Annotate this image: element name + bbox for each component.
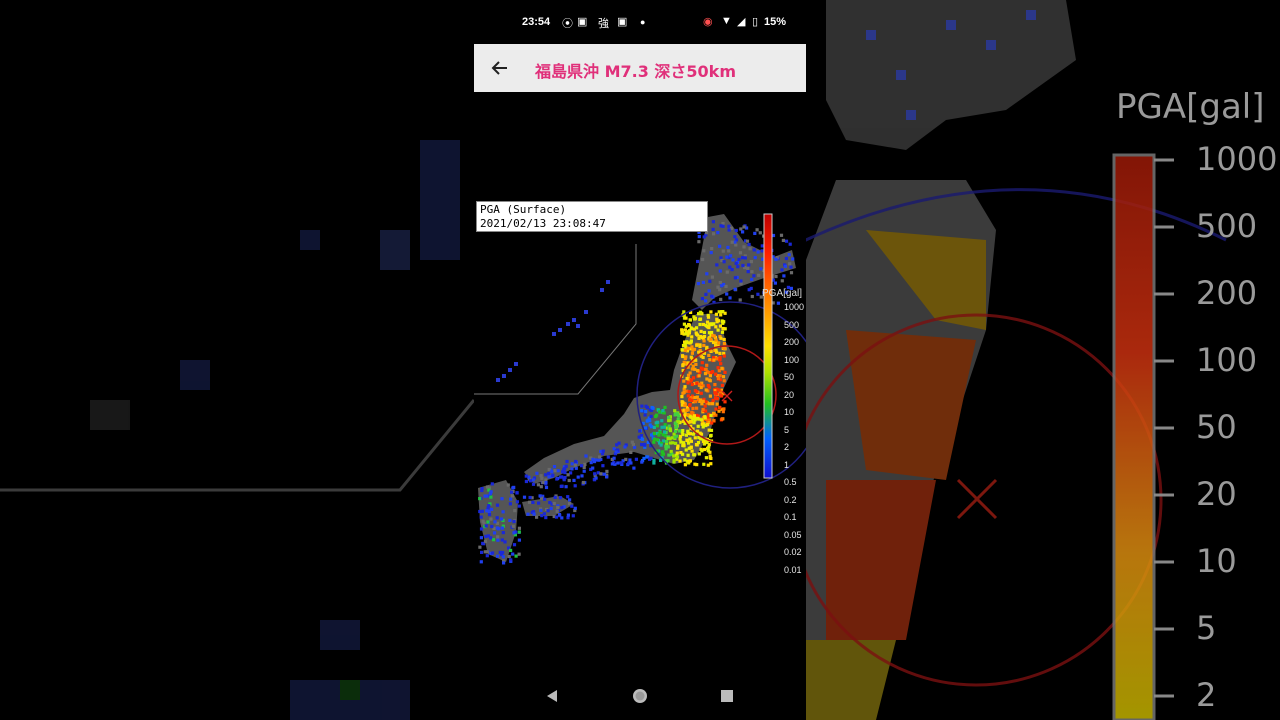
battery-percent: 15% xyxy=(764,16,787,28)
nav-back-button[interactable] xyxy=(542,686,562,706)
status-time: 23:54 xyxy=(522,16,551,28)
backdrop-legend-tick-label: 2 xyxy=(1196,676,1216,714)
nansei-islands xyxy=(496,280,610,382)
backdrop-legend-tick-label: 200 xyxy=(1196,274,1257,312)
back-triangle-icon xyxy=(547,690,557,702)
kanji-notification-icon: 強 xyxy=(598,18,609,30)
backdrop-legend-tick-label: 50 xyxy=(1196,408,1237,446)
legend-tick-label: 500 xyxy=(784,319,800,330)
arrow-left-icon xyxy=(491,61,507,75)
cast-icon: ◉ xyxy=(703,16,713,28)
app-icon: ▣ xyxy=(577,16,588,28)
legend-tick-label: 200 xyxy=(784,337,800,347)
legend-tick-label: 1000 xyxy=(784,302,805,312)
back-button[interactable] xyxy=(484,52,516,84)
backdrop-epicenter-icon xyxy=(956,478,998,520)
legend-color-bar xyxy=(763,213,773,479)
legend-tick-label: 100 xyxy=(784,354,800,365)
battery-icon: ▯ xyxy=(752,16,759,28)
record-icon: ⦿ xyxy=(562,18,573,30)
backdrop-map-left xyxy=(0,140,474,720)
wifi-icon: ▼ xyxy=(721,15,732,27)
nav-recents-button[interactable] xyxy=(717,686,737,706)
japan-map xyxy=(474,213,806,565)
page-title: 福島県沖 M7.3 深さ50km xyxy=(535,62,736,81)
legend-tick-label: 2 xyxy=(784,442,790,452)
backdrop-legend-tick-label: 100 xyxy=(1196,341,1257,379)
backdrop-map-right: PGA[gal] 1000 500 200 100 50 20 10 5 2 xyxy=(806,0,1277,720)
inset-separator-line xyxy=(474,244,637,395)
legend-tick-label: 0.5 xyxy=(784,477,797,487)
left-blurred-backdrop xyxy=(0,0,474,720)
legend-tick-label: 0.02 xyxy=(784,547,802,557)
backdrop-legend-tick-label: 1000 xyxy=(1196,140,1277,178)
legend-title: PGA[gal] xyxy=(762,288,803,299)
status-bar: 23:54 ⦿ ▣ 強 ▣ ● ◉ ▼ ◢ ▯ 15% xyxy=(474,0,806,44)
right-blurred-backdrop: PGA[gal] 1000 500 200 100 50 20 10 5 2 xyxy=(806,0,1280,720)
legend-tick-label: 0.2 xyxy=(784,494,797,505)
nav-bar xyxy=(474,670,806,720)
backdrop-legend-tick-label: 5 xyxy=(1196,609,1216,647)
home-circle-icon xyxy=(633,689,647,703)
screen-recording-frame: PGA[gal] 1000 500 200 100 50 20 10 5 2 23:54 ⦿ ▣… xyxy=(0,0,1280,720)
signal-icon: ◢ xyxy=(737,16,746,28)
legend-tick-label: 0.01 xyxy=(784,564,802,575)
pga-map[interactable]: PGA (Surface) 2021/02/13 23:08:47 PGA[ga… xyxy=(474,92,806,670)
info-box: PGA (Surface) 2021/02/13 23:08:47 xyxy=(476,201,708,232)
app-bar: 福島県沖 M7.3 深さ50km xyxy=(474,44,806,92)
legend-tick-label: 0.1 xyxy=(784,512,797,522)
app-icon: ▣ xyxy=(617,16,628,28)
legend-tick-label: 50 xyxy=(784,372,795,382)
measurement-type: PGA (Surface) xyxy=(480,203,567,216)
legend-tick-label: 5 xyxy=(784,424,790,435)
timestamp: 2021/02/13 23:08:47 xyxy=(480,217,606,230)
nav-home-button[interactable] xyxy=(630,686,650,706)
legend-tick-label: 0.05 xyxy=(784,529,802,540)
legend-tick-label: 1 xyxy=(784,459,790,470)
legend-tick-label: 10 xyxy=(784,407,795,417)
backdrop-legend-tick-label: 10 xyxy=(1196,542,1237,580)
backdrop-legend-tick-label: 20 xyxy=(1196,475,1237,513)
backdrop-legend-title: PGA[gal] xyxy=(1116,87,1265,127)
x-icon xyxy=(721,390,733,402)
legend-tick-label: 20 xyxy=(784,389,795,400)
phone-screen: 23:54 ⦿ ▣ 強 ▣ ● ◉ ▼ ◢ ▯ 15% 福島県沖 M7.3 深さ… xyxy=(474,0,806,720)
recents-square-icon xyxy=(721,690,733,702)
dot-icon: ● xyxy=(640,17,646,27)
backdrop-legend-tick-label: 500 xyxy=(1196,207,1257,245)
